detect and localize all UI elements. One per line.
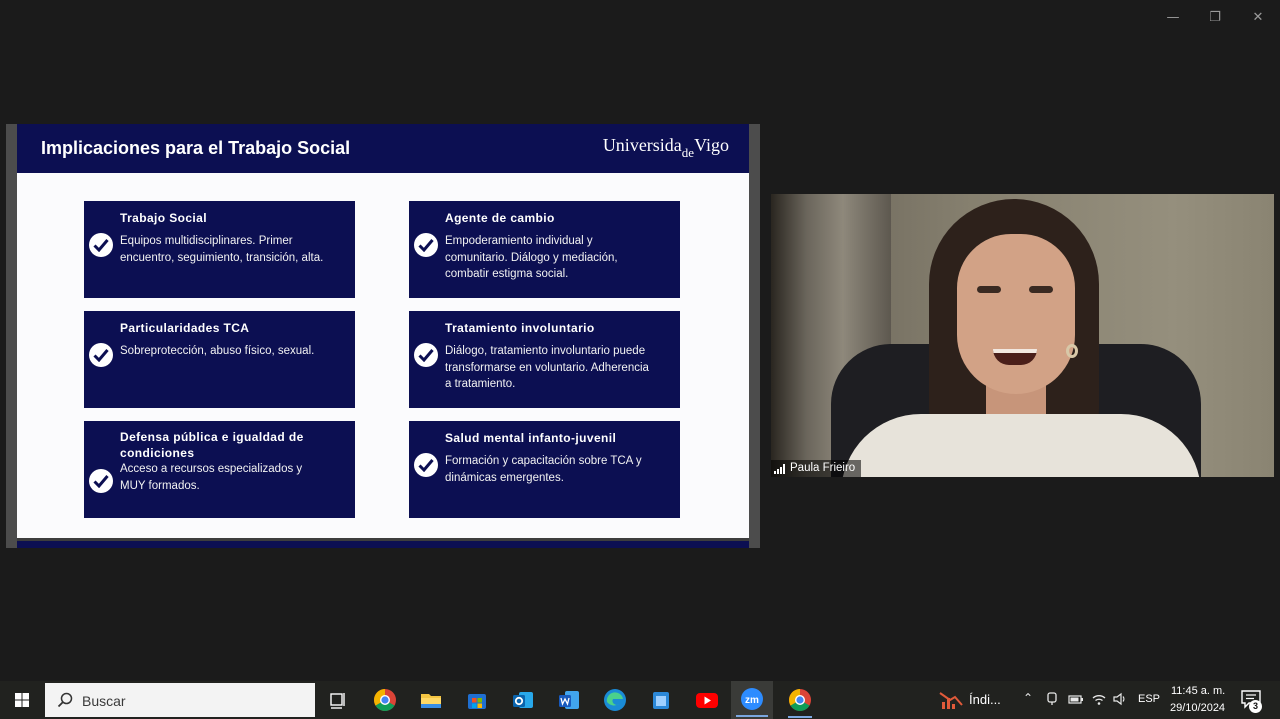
participant-earring bbox=[1066, 344, 1078, 358]
card-title: Tratamiento involuntario bbox=[445, 321, 595, 335]
checkmark-icon bbox=[89, 469, 113, 493]
taskbar-outlook[interactable] bbox=[508, 685, 538, 715]
taskbar-chrome[interactable] bbox=[370, 685, 400, 715]
card-tratamiento-involuntario: Tratamiento involuntario Diálogo, tratam… bbox=[409, 311, 680, 408]
show-hidden-icons-chevron-up-icon[interactable]: ⌃ bbox=[1023, 691, 1033, 705]
svg-text:zm: zm bbox=[745, 695, 759, 706]
taskbar: Buscar zm Índi... ⌃ ESP 11:45 a. m. 29/1… bbox=[0, 681, 1280, 719]
signal-strength-icon bbox=[774, 463, 785, 474]
participant-name: Paula Frieiro bbox=[790, 462, 856, 474]
search-placeholder: Buscar bbox=[82, 693, 126, 709]
outlook-icon bbox=[513, 692, 533, 708]
youtube-icon bbox=[696, 693, 718, 708]
checkmark-icon bbox=[89, 343, 113, 367]
taskbar-edge[interactable] bbox=[600, 685, 630, 715]
stock-down-icon bbox=[939, 692, 963, 709]
wifi-icon[interactable] bbox=[1091, 691, 1107, 710]
checkmark-icon bbox=[89, 233, 113, 257]
card-particularidades-tca: Particularidades TCA Sobreprotección, ab… bbox=[84, 311, 355, 408]
tray-stock-widget[interactable] bbox=[936, 685, 966, 715]
participant-video[interactable]: Paula Frieiro bbox=[771, 194, 1274, 477]
close-button[interactable]: ✕ bbox=[1248, 8, 1268, 28]
card-body: Diálogo, tratamiento involuntario puede … bbox=[445, 345, 649, 390]
start-button[interactable] bbox=[0, 681, 44, 719]
slide-footer bbox=[17, 538, 749, 548]
taskbar-app-blue[interactable] bbox=[646, 685, 676, 715]
university-logo: UniversidadeVigo bbox=[602, 135, 729, 160]
meet-now-icon[interactable] bbox=[1045, 691, 1059, 710]
card-body: Formación y capacitación sobre TCA y din… bbox=[445, 455, 642, 484]
logo-text-de: de bbox=[681, 145, 695, 160]
word-icon bbox=[559, 691, 579, 709]
card-body: Sobreprotección, abuso físico, sexual. bbox=[120, 345, 315, 357]
participant-eye-left bbox=[977, 286, 1001, 293]
taskbar-file-explorer[interactable] bbox=[416, 685, 446, 715]
input-language[interactable]: ESP bbox=[1138, 693, 1160, 705]
card-body: Acceso a recursos especializados y MUY f… bbox=[120, 463, 303, 492]
chrome-icon bbox=[789, 689, 811, 711]
edge-icon bbox=[604, 689, 626, 711]
logo-text-vigo: Vigo bbox=[694, 135, 729, 155]
card-title: Salud mental infanto-juvenil bbox=[445, 431, 617, 445]
zoom-icon: zm bbox=[736, 688, 768, 717]
card-title: Trabajo Social bbox=[120, 211, 207, 225]
tray-widget-label[interactable]: Índi... bbox=[969, 692, 1001, 707]
card-title: Defensa pública e igualdad de condicione… bbox=[120, 430, 304, 460]
taskbar-chrome-2[interactable] bbox=[785, 685, 815, 718]
notification-count-badge: 3 bbox=[1249, 700, 1262, 713]
task-view-button[interactable] bbox=[323, 685, 353, 715]
taskbar-word[interactable] bbox=[554, 685, 584, 715]
search-icon bbox=[57, 692, 73, 708]
app-icon bbox=[653, 692, 669, 709]
card-trabajo-social: Trabajo Social Equipos multidisciplinare… bbox=[84, 201, 355, 298]
presentation-slide: Implicaciones para el Trabajo Social Uni… bbox=[17, 124, 749, 548]
participant-face bbox=[957, 234, 1075, 394]
screen: — ❐ ✕ Implicaciones para el Trabajo Soci… bbox=[0, 0, 1280, 719]
restore-button[interactable]: ❐ bbox=[1205, 8, 1225, 28]
windows-logo-icon bbox=[15, 693, 29, 707]
clock-time[interactable]: 11:45 a. m. bbox=[1171, 685, 1225, 697]
participant-name-tag: Paula Frieiro bbox=[771, 460, 862, 477]
card-title: Agente de cambio bbox=[445, 211, 555, 225]
card-defensa-publica: Defensa pública e igualdad de condicione… bbox=[84, 421, 355, 518]
taskbar-zoom[interactable]: zm bbox=[731, 681, 773, 719]
store-icon bbox=[468, 694, 486, 709]
participant-sweater bbox=[841, 414, 1201, 477]
checkmark-icon bbox=[414, 233, 438, 257]
participant-eye-right bbox=[1029, 286, 1053, 293]
clock-date[interactable]: 29/10/2024 bbox=[1170, 702, 1225, 714]
shared-screen: Implicaciones para el Trabajo Social Uni… bbox=[6, 124, 760, 548]
card-title: Particularidades TCA bbox=[120, 321, 250, 335]
card-agente-de-cambio: Agente de cambio Empoderamiento individu… bbox=[409, 201, 680, 298]
slide-title: Implicaciones para el Trabajo Social bbox=[41, 138, 351, 158]
checkmark-icon bbox=[414, 343, 438, 367]
card-body: Equipos multidisciplinares. Primer encue… bbox=[120, 235, 324, 264]
volume-icon[interactable] bbox=[1112, 691, 1128, 710]
minimize-button[interactable]: — bbox=[1163, 8, 1183, 28]
task-view-icon bbox=[330, 693, 345, 709]
logo-text-universidad: Universida bbox=[602, 135, 682, 155]
slide-header: Implicaciones para el Trabajo Social Uni… bbox=[17, 124, 749, 173]
chrome-icon bbox=[374, 689, 396, 711]
card-salud-mental: Salud mental infanto-juvenil Formación y… bbox=[409, 421, 680, 518]
folder-icon bbox=[421, 694, 441, 708]
checkmark-icon bbox=[414, 453, 438, 477]
taskbar-store[interactable] bbox=[462, 685, 492, 715]
taskbar-youtube[interactable] bbox=[692, 685, 722, 715]
card-body: Empoderamiento individual y comunitario.… bbox=[445, 235, 618, 280]
battery-icon[interactable] bbox=[1068, 691, 1084, 710]
taskbar-search-box[interactable]: Buscar bbox=[45, 683, 315, 717]
